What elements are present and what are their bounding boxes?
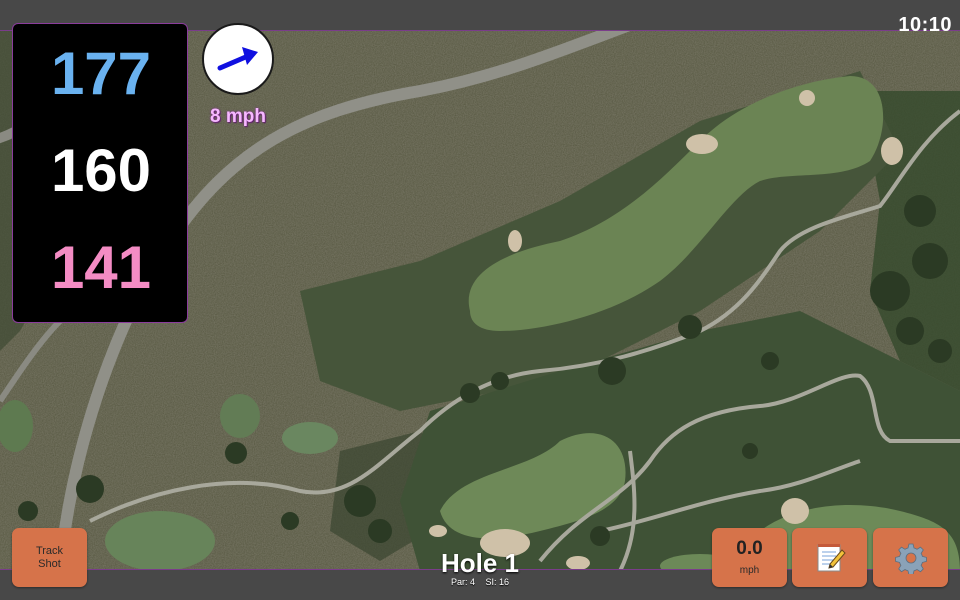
scorecard-button[interactable] xyxy=(792,528,867,587)
settings-button[interactable] xyxy=(873,528,948,587)
wind-speed-label: 8 mph xyxy=(210,106,266,127)
track-shot-label: Track Shot xyxy=(35,544,64,570)
back-distance: 177 xyxy=(50,40,152,107)
hole-title: Hole 1 xyxy=(440,548,520,578)
wind-readout-unit: mph xyxy=(739,565,760,576)
distance-panel: 177 160 141 xyxy=(12,23,188,323)
track-shot-button[interactable]: Track Shot xyxy=(12,528,87,587)
gear-icon xyxy=(895,543,927,574)
arrow-right-up-icon xyxy=(217,47,258,71)
wind-readout-button[interactable]: 0.0 mph xyxy=(712,528,787,587)
front-distance: 141 xyxy=(50,234,152,301)
wind-direction-indicator xyxy=(202,23,274,95)
hole-info: Par: 4 SI: 16 xyxy=(380,577,580,587)
hole-stroke-index: SI: 16 xyxy=(485,577,510,587)
hole-par: Par: 4 xyxy=(450,577,475,587)
wind-readout-value: 0.0 xyxy=(736,538,763,559)
notepad-icon xyxy=(817,544,846,572)
center-distance: 160 xyxy=(50,137,152,204)
golf-gps-screen: 10:10 177 160 141 8 mph Track Shot Hole … xyxy=(0,0,960,600)
status-time: 10:10 xyxy=(898,14,952,36)
